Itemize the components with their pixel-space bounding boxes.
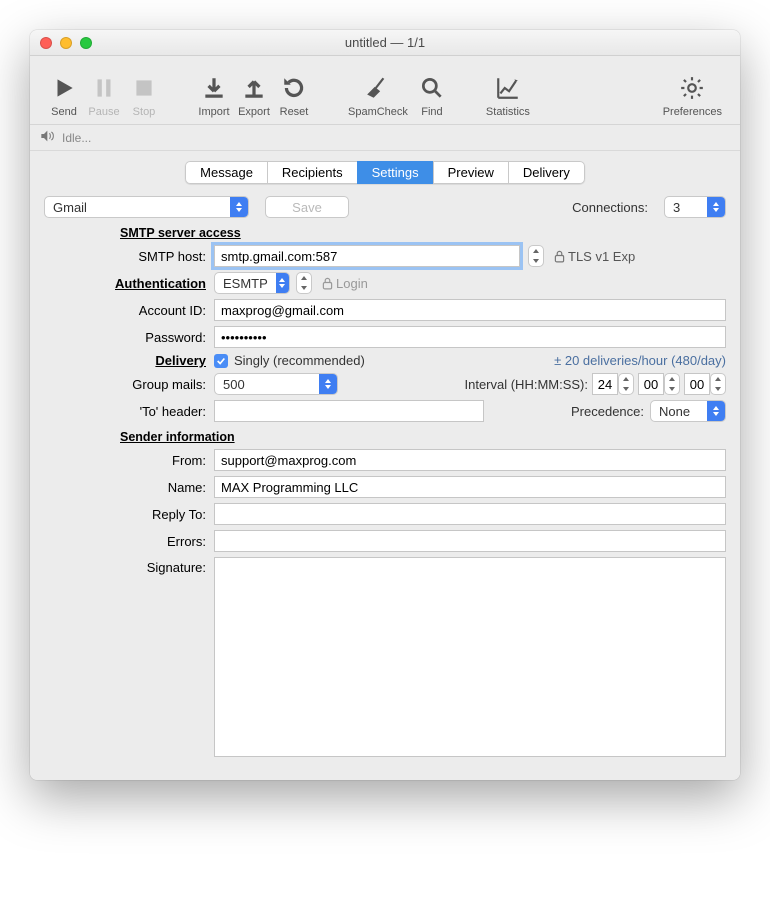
group-mails-label: Group mails:: [44, 377, 214, 392]
interval-ss[interactable]: [684, 373, 710, 395]
precedence-select[interactable]: None: [650, 400, 726, 422]
broom-icon: [364, 74, 392, 102]
interval-hh[interactable]: [592, 373, 618, 395]
pause-icon: [90, 74, 118, 102]
replyto-label: Reply To:: [44, 507, 214, 522]
errors-label: Errors:: [44, 534, 214, 549]
window-title: untitled — 1/1: [30, 35, 740, 50]
tls-label: TLS v1 Exp: [568, 249, 635, 264]
close-window-button[interactable]: [40, 37, 52, 49]
lock-icon: [322, 277, 333, 289]
section-auth: Authentication: [44, 276, 214, 291]
to-header-field[interactable]: [214, 400, 484, 422]
singly-checkbox[interactable]: [214, 354, 228, 368]
section-delivery: Delivery: [44, 353, 214, 368]
zoom-window-button[interactable]: [80, 37, 92, 49]
lock-icon: [554, 250, 565, 262]
send-button[interactable]: Send: [44, 62, 84, 118]
play-icon: [50, 74, 78, 102]
replyto-field[interactable]: [214, 503, 726, 525]
to-header-label: 'To' header:: [44, 404, 214, 419]
status-bar: Idle...: [30, 125, 740, 151]
chevron-updown-icon: [276, 273, 289, 293]
import-icon: [200, 74, 228, 102]
toolbar: Send Pause Stop Import Export Reset Spam…: [30, 56, 740, 125]
chevron-updown-icon: [319, 374, 337, 394]
tab-delivery[interactable]: Delivery: [508, 161, 585, 184]
account-id-label: Account ID:: [44, 303, 214, 318]
smtp-host-label: SMTP host:: [44, 249, 214, 264]
titlebar: untitled — 1/1: [30, 30, 740, 56]
ss-stepper[interactable]: [710, 373, 726, 395]
connections-label: Connections:: [572, 200, 648, 215]
auth-mode-select[interactable]: ESMTP: [214, 272, 290, 294]
preferences-button[interactable]: Preferences: [659, 62, 726, 118]
chevron-updown-icon: [707, 197, 725, 217]
traffic-lights: [40, 37, 92, 49]
singly-label: Singly (recommended): [234, 353, 365, 368]
from-label: From:: [44, 453, 214, 468]
interval-label: Interval (HH:MM:SS):: [464, 377, 588, 392]
account-id-field[interactable]: [214, 299, 726, 321]
stop-button[interactable]: Stop: [124, 62, 164, 118]
name-label: Name:: [44, 480, 214, 495]
smtp-port-stepper[interactable]: [528, 245, 544, 267]
app-window: untitled — 1/1 Send Pause Stop Import Ex…: [30, 30, 740, 780]
reset-icon: [280, 74, 308, 102]
hh-stepper[interactable]: [618, 373, 634, 395]
group-mails-select[interactable]: 500: [214, 373, 338, 395]
gear-icon: [678, 74, 706, 102]
login-button[interactable]: Login: [336, 276, 368, 291]
name-field[interactable]: [214, 476, 726, 498]
stop-icon: [130, 74, 158, 102]
mm-stepper[interactable]: [664, 373, 680, 395]
minimize-window-button[interactable]: [60, 37, 72, 49]
export-icon: [240, 74, 268, 102]
tab-recipients[interactable]: Recipients: [267, 161, 357, 184]
settings-panel: Gmail Save Connections: 3 SMTP server ac…: [30, 190, 740, 780]
pause-button[interactable]: Pause: [84, 62, 124, 118]
tab-settings[interactable]: Settings: [357, 161, 433, 184]
reset-button[interactable]: Reset: [274, 62, 314, 118]
delivery-rate: ± 20 deliveries/hour (480/day): [554, 353, 726, 368]
signature-field[interactable]: [214, 557, 726, 757]
smtp-host-field[interactable]: [214, 245, 520, 267]
speaker-icon[interactable]: [40, 129, 56, 146]
password-label: Password:: [44, 330, 214, 345]
tab-row: Message Recipients Settings Preview Deli…: [30, 151, 740, 190]
export-button[interactable]: Export: [234, 62, 274, 118]
interval-mm[interactable]: [638, 373, 664, 395]
chevron-updown-icon: [230, 197, 248, 217]
status-text: Idle...: [62, 131, 91, 145]
chevron-updown-icon: [707, 401, 725, 421]
section-sender: Sender information: [44, 430, 726, 444]
chart-icon: [494, 74, 522, 102]
signature-label: Signature:: [44, 557, 214, 575]
search-icon: [418, 74, 446, 102]
section-smtp: SMTP server access: [44, 226, 726, 240]
save-button[interactable]: Save: [265, 196, 349, 218]
errors-field[interactable]: [214, 530, 726, 552]
tab-message[interactable]: Message: [185, 161, 267, 184]
connections-select[interactable]: 3: [664, 196, 726, 218]
password-field[interactable]: [214, 326, 726, 348]
precedence-label: Precedence:: [571, 404, 644, 419]
auth-stepper[interactable]: [296, 272, 312, 294]
tab-preview[interactable]: Preview: [433, 161, 508, 184]
statistics-button[interactable]: Statistics: [482, 62, 534, 118]
from-field[interactable]: [214, 449, 726, 471]
find-button[interactable]: Find: [412, 62, 452, 118]
spamcheck-button[interactable]: SpamCheck: [344, 62, 412, 118]
import-button[interactable]: Import: [194, 62, 234, 118]
account-select[interactable]: Gmail: [44, 196, 249, 218]
